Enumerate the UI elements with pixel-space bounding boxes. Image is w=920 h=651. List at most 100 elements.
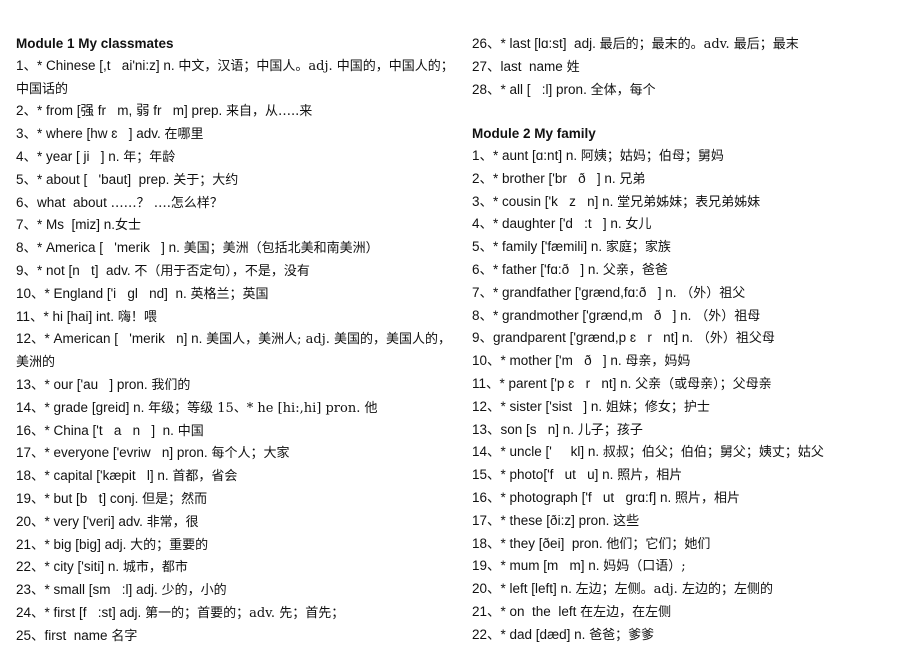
- entry-number: 13、: [16, 376, 45, 392]
- entry-word: * family ['fæmili] n.: [493, 239, 606, 255]
- entry-word: * grandmother ['grænd,m ð ] n.: [493, 307, 696, 323]
- vocab-entry: 6、what about ……？ ….怎么样？: [16, 192, 454, 215]
- entry-number: 20、: [472, 581, 501, 597]
- module-1-heading: Module 1 My classmates: [16, 36, 174, 51]
- entry-word: * small [sm :l] adj.: [44, 582, 162, 598]
- entry-number: 8、: [16, 240, 38, 256]
- vocab-entry: 6、* father ['fɑ:ð ] n. 父亲，爸爸: [472, 259, 912, 282]
- entry-number: 12、: [472, 398, 501, 414]
- vocab-entry: 20、* left [left] n. 左边；左侧。adj. 左边的；左侧的: [472, 578, 912, 601]
- entry-word: * left [left] n.: [500, 581, 576, 597]
- entry-meaning: 来自，从…..来: [226, 104, 313, 120]
- entry-word: first name: [44, 627, 112, 643]
- entry-meaning: ……？ ….怎么样？: [110, 195, 223, 211]
- vocab-entry: 11、* hi [hai] int. 嗨！喂: [16, 306, 454, 329]
- entry-word: * but [b t] conj.: [44, 490, 143, 506]
- entry-number: 14、: [16, 399, 45, 415]
- vocab-entry: 12、* sister ['sist ] n. 姐妹；修女；护士: [472, 396, 912, 419]
- entry-word: * very ['veri] adv.: [44, 513, 147, 529]
- entry-meaning: 我们的: [151, 377, 191, 393]
- entry-meaning: 美国；美洲（包括北美和南美洲）: [183, 241, 379, 257]
- entry-meaning: 左边；左侧。adj. 左边的；左侧的: [575, 582, 773, 598]
- entry-word: * dad [dæd] n.: [500, 626, 590, 642]
- entry-word: * about [ 'baut] prep.: [37, 171, 174, 187]
- entry-meaning: （外）祖父母: [696, 331, 775, 347]
- entry-meaning: 第一的；首要的；adv. 先；首先；: [145, 605, 345, 621]
- entry-number: 14、: [472, 444, 501, 460]
- entry-meaning: 嗨！喂: [117, 309, 157, 325]
- entry-word: * all [ :l] pron.: [500, 81, 591, 97]
- vocab-entry: 3、* cousin ['k z n] n. 堂兄弟姊妹；表兄弟姊妹: [472, 191, 912, 214]
- entry-number: 5、: [16, 171, 38, 187]
- vocab-entry: 10、* mother ['m ð ] n. 母亲，妈妈: [472, 350, 912, 373]
- entry-meaning: 非常，很: [146, 514, 199, 530]
- entry-word: * mother ['m ð ] n.: [500, 353, 626, 369]
- entry-number: 26、: [472, 36, 501, 51]
- vocab-entry: 4、* year [ ji ] n. 年；年龄: [16, 146, 454, 169]
- entry-word: * year [ ji ] n.: [37, 148, 124, 164]
- entry-meaning: 关于；大约: [173, 172, 239, 188]
- entry-meaning: 照片，相片: [617, 468, 683, 484]
- entry-word: * last [lɑ:st] adj.: [500, 36, 600, 51]
- entry-word: * uncle [' kl] n.: [500, 444, 603, 460]
- vocab-entry: 5、* family ['fæmili] n. 家庭；家族: [472, 236, 912, 259]
- entry-meaning: 他们；它们；她们: [606, 536, 711, 552]
- entry-meaning: 阿姨；姑妈；伯母；舅妈: [580, 148, 724, 164]
- entry-number: 6、: [16, 194, 38, 210]
- vocab-entry: 11、* parent ['p ɛ r nt] n. 父亲（或母亲）；父母亲: [472, 373, 912, 396]
- entry-meaning: （外）祖母: [695, 308, 761, 324]
- vocab-entry: 9、grandparent ['grænd,p ɛ r nt] n. （外）祖父…: [472, 327, 912, 350]
- entry-word: * parent ['p ɛ r nt] n.: [499, 375, 636, 391]
- entry-number: 20、: [16, 513, 45, 529]
- vocab-entry: 16、* China ['t a n ] n. 中国: [16, 420, 454, 443]
- vocab-entry: 12、* American [ 'merik n] n. 美国人，美洲人; ad…: [16, 328, 454, 374]
- entry-word: * photo['f ut u] n.: [500, 467, 618, 483]
- entry-meaning: 城市，都市: [122, 560, 188, 576]
- entry-number: 24、: [16, 604, 45, 620]
- entry-number: 4、: [472, 216, 494, 232]
- entry-word: * mum [m m] n.: [500, 558, 604, 574]
- vocab-entry: 18、* they [ðei] pron. 他们；它们；她们: [472, 533, 912, 556]
- entry-word: what about: [37, 194, 111, 210]
- entry-meaning: 不（用于否定句），不是，没有: [134, 263, 310, 279]
- vocab-entry: 13、son [s n] n. 儿子；孩子: [472, 419, 912, 442]
- entry-word: * first [f :st] adj.: [44, 604, 146, 620]
- vocab-entry: 3、* where [hw ɛ ] adv. 在哪里: [16, 123, 454, 146]
- vocab-entry: 7、* grandfather ['grænd,fɑ:ð ] n. （外）祖父: [472, 282, 912, 305]
- entry-word: * American [ 'merik n] n.: [44, 331, 207, 347]
- vocab-entry: 2、* from [强 fr m, 弱 fr m] prep. 来自，从…..来: [16, 100, 454, 123]
- vocab-entry: 19、* mum [m m] n. 妈妈（口语）;: [472, 555, 912, 578]
- vocab-entry: 4、* daughter ['d :t ] n. 女儿: [472, 213, 912, 236]
- entry-meaning: 姐妹；修女；护士: [605, 399, 710, 415]
- entry-word: * these [ði:z] pron.: [500, 512, 614, 528]
- entry-number: 8、: [472, 307, 494, 323]
- entry-word: * big [big] adj.: [44, 536, 131, 552]
- entry-word: * not [n t] adv.: [37, 262, 135, 278]
- vocab-entry: 8、* grandmother ['grænd,m ð ] n. （外）祖母: [472, 305, 912, 328]
- entry-word: * China ['t a n ] n.: [44, 422, 178, 438]
- vocab-entry: 15、* photo['f ut u] n. 照片，相片: [472, 464, 912, 487]
- entry-number: 17、: [472, 512, 501, 528]
- entry-word: * they [ðei] pron.: [500, 535, 607, 551]
- entry-word: * brother ['br ð ] n.: [493, 170, 620, 186]
- vocab-entry: 8、* America [ 'merik ] n. 美国；美洲（包括北美和南美洲…: [16, 237, 454, 260]
- entry-number: 9、: [16, 262, 38, 278]
- entry-number: 5、: [472, 239, 494, 255]
- entry-number: 16、: [16, 422, 45, 438]
- vocab-entry: 19、* but [b t] conj. 但是；然而: [16, 488, 454, 511]
- right-column: 26、* last [lɑ:st] adj. 最后的；最末的。adv. 最后；最…: [472, 33, 912, 647]
- entry-word: * on the left: [500, 603, 581, 619]
- entry-meaning: 兄弟: [619, 171, 646, 187]
- vocab-entry: 17、* everyone ['evriw n] pron. 每个人；大家: [16, 442, 454, 465]
- entry-word: * where [hw ɛ ] adv.: [37, 126, 165, 142]
- entry-number: 6、: [472, 261, 494, 277]
- entry-word: grandparent ['grænd,p ɛ r nt] n.: [493, 330, 697, 346]
- vocab-entry: 14、* uncle [' kl] n. 叔叔；伯父；伯伯；舅父；姨丈；姑父: [472, 441, 912, 464]
- entry-word: * cousin ['k z n] n.: [493, 193, 618, 209]
- entry-meaning: 年；年龄: [123, 149, 176, 165]
- entry-meaning: 全体，每个: [590, 82, 656, 98]
- entry-word: * America [ 'merik ] n.: [37, 240, 184, 256]
- entry-word: * city ['siti] n.: [44, 559, 123, 575]
- entry-meaning: （外）祖父: [680, 285, 746, 301]
- entry-number: 12、: [16, 331, 45, 347]
